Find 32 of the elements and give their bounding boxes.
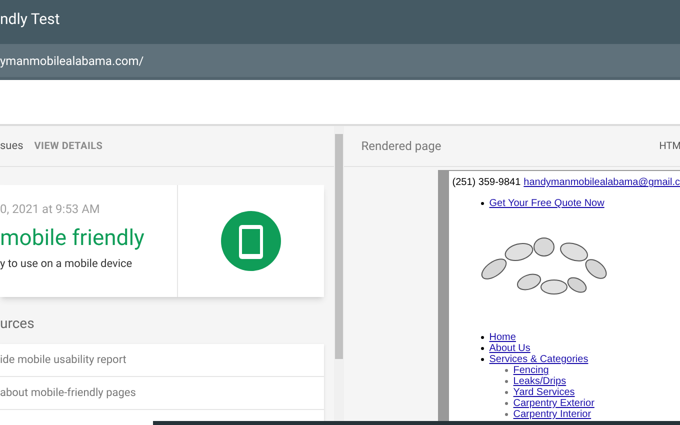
bullet-icon xyxy=(505,402,508,405)
nav-link[interactable]: Home xyxy=(489,332,516,343)
bullet-icon xyxy=(505,369,508,372)
bullet-icon xyxy=(481,358,484,361)
bullet-icon xyxy=(505,413,508,416)
nav-link[interactable]: Yard Services xyxy=(513,387,575,398)
bullet-icon xyxy=(505,391,508,394)
nav-link[interactable]: Fencing xyxy=(513,365,549,376)
section-heading: urces xyxy=(0,315,36,334)
result-description: y to use on a mobile device xyxy=(0,256,134,272)
issues-label: sues xyxy=(0,138,24,154)
resource-link[interactable]: about mobile-friendly pages xyxy=(0,384,136,402)
test-date: 0, 2021 at 9:53 AM xyxy=(0,201,101,218)
bullet-icon xyxy=(481,347,484,350)
nav-link[interactable]: About Us xyxy=(489,343,530,354)
resource-link[interactable]: ide mobile usability report xyxy=(0,352,126,368)
nav-link[interactable]: Carpentry Exterior xyxy=(513,398,594,409)
nav-link[interactable]: Carpentry Interior xyxy=(513,409,592,420)
bullet-icon xyxy=(481,202,484,205)
app-title: ndly Test xyxy=(0,8,60,30)
html-tab[interactable]: HTM xyxy=(659,138,680,154)
panel-title: Rendered page xyxy=(361,138,442,155)
nav-link[interactable]: Services & Categories xyxy=(489,354,588,365)
bullet-icon xyxy=(481,336,484,339)
phone-icon xyxy=(221,211,281,271)
nav-link[interactable]: Leaks/Drips xyxy=(513,376,566,387)
phone-number: (251) 359-9841 xyxy=(452,177,521,189)
url-bar[interactable]: ymanmobilealabama.com/ xyxy=(0,44,680,80)
bullet-icon xyxy=(505,380,508,383)
email-link[interactable]: handymanmobilealabama@gmail.c xyxy=(524,177,680,189)
nav-link[interactable]: Get Your Free Quote Now xyxy=(489,198,604,209)
result-heading: mobile friendly xyxy=(0,225,146,253)
